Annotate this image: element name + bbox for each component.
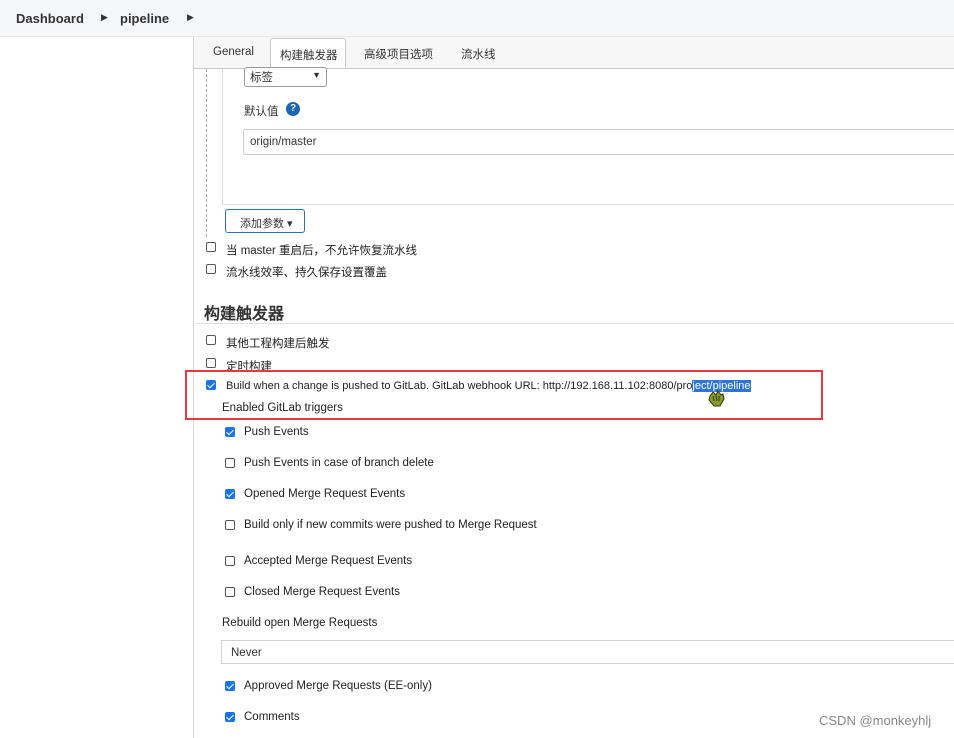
opened-mr-checkbox[interactable] [225,489,235,499]
default-value-text: origin/master [250,136,317,148]
push-events-label: Push Events [244,426,309,438]
gitlab-trigger-text: Build when a change is pushed to GitLab.… [226,380,693,392]
approved-mr-label: Approved Merge Requests (EE-only) [244,680,432,692]
section-title: 构建触发器 [204,306,285,323]
breadcrumb: Dashboard ▶ pipeline ▶ [0,0,954,37]
parameter-dashed-line [206,69,207,237]
gitlab-trigger-checkbox[interactable] [206,380,216,390]
rebuild-value: Never [231,647,262,659]
no-resume-checkbox[interactable] [206,242,216,252]
default-value-label: 默认值 [244,106,279,118]
after-other-checkbox[interactable] [206,335,216,345]
enabled-triggers-label: Enabled GitLab triggers [222,402,343,414]
grab-cursor-icon [708,390,725,407]
comments-label: Comments [244,711,300,723]
chevron-right-icon[interactable]: ▶ [187,12,194,23]
parameter-type-select[interactable]: 标签 ▼ [244,67,327,87]
periodic-checkbox[interactable] [206,358,216,368]
after-other-label: 其他工程构建后触发 [226,338,330,350]
parameter-type-value: 标签 [250,72,273,84]
push-events-checkbox[interactable] [225,427,235,437]
section-divider [196,323,954,324]
durability-checkbox[interactable] [206,264,216,274]
watermark: CSDN @monkeyhlj [819,713,932,728]
accepted-mr-label: Accepted Merge Request Events [244,555,413,567]
durability-label: 流水线效率、持久保存设置覆盖 [226,267,387,279]
rebuild-select[interactable]: Never [221,640,954,664]
closed-mr-label: Closed Merge Request Events [244,586,400,598]
default-value-input[interactable]: origin/master [243,129,954,155]
add-parameter-label: 添加参数 ▾ [240,218,293,230]
tab-advanced[interactable]: 高级项目选项 [364,46,433,62]
chevron-down-icon: ▼ [312,70,321,80]
opened-mr-label: Opened Merge Request Events [244,488,406,500]
closed-mr-checkbox[interactable] [225,587,235,597]
accepted-mr-checkbox[interactable] [225,556,235,566]
build-only-new-label: Build only if new commits were pushed to… [244,519,537,531]
tab-general[interactable]: General [213,46,254,58]
breadcrumb-pipeline[interactable]: pipeline [120,11,169,26]
chevron-right-icon[interactable]: ▶ [101,12,108,23]
rebuild-label: Rebuild open Merge Requests [222,617,378,629]
push-branch-delete-checkbox[interactable] [225,458,235,468]
push-branch-delete-label: Push Events in case of branch delete [244,457,434,469]
build-only-new-checkbox[interactable] [225,520,235,530]
add-parameter-button[interactable]: 添加参数 ▾ [225,209,305,233]
help-icon[interactable]: ? [286,102,300,116]
comments-checkbox[interactable] [225,712,235,722]
tab-pipeline[interactable]: 流水线 [461,46,496,62]
tab-build-triggers[interactable]: 构建触发器 [270,38,346,68]
side-panel [0,37,193,738]
no-resume-label: 当 master 重启后，不允许恢复流水线 [226,245,418,257]
tab-build-triggers-label: 构建触发器 [280,50,338,62]
approved-mr-checkbox[interactable] [225,681,235,691]
breadcrumb-dashboard[interactable]: Dashboard [16,11,84,26]
gitlab-trigger-label: Build when a change is pushed to GitLab.… [226,380,751,392]
